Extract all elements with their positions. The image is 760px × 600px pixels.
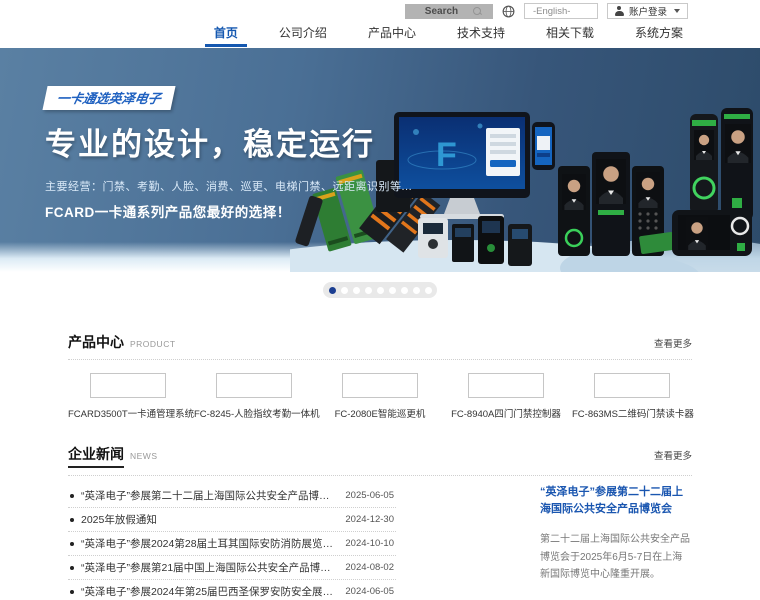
bullet-icon bbox=[70, 589, 74, 594]
news-item-title: “英泽电子”参展2024第28届土耳其国际安防消防展览会ISAF bbox=[81, 538, 336, 550]
news-list-item[interactable]: “英泽电子”参展2024年第25届巴西圣保罗安防安全展览会EXP... 2024… bbox=[68, 580, 396, 600]
news-item-date: 2024-08-02 bbox=[345, 562, 394, 573]
nav-item-solutions[interactable]: 系统方案 bbox=[626, 24, 692, 47]
user-icon bbox=[614, 6, 624, 16]
product-section: 产品中心 PRODUCT 查看更多 FCARD3500T一卡通管理系统 FC-8… bbox=[68, 322, 694, 420]
nav-item-home[interactable]: 首页 bbox=[204, 24, 247, 47]
news-item-date: 2024-12-30 bbox=[345, 514, 394, 525]
carousel-dot[interactable] bbox=[388, 286, 396, 294]
nav-item-products[interactable]: 产品中心 bbox=[359, 24, 425, 47]
nav-item-company[interactable]: 公司介绍 bbox=[270, 24, 336, 47]
banner-subtitle: 主要经营：门禁、考勤、人脸、消费、巡更、电梯门禁、远距离识别等... bbox=[45, 181, 413, 193]
hero-banner: F 一卡通选英泽电子 专业的设计，稳定运行 主要经营：门禁、考勤、人脸、消费、巡… bbox=[0, 48, 760, 272]
banner-badge: 一卡通选英泽电子 bbox=[42, 86, 176, 110]
product-label: FC-863MS二维码门禁读卡器 bbox=[572, 409, 694, 420]
chevron-down-icon bbox=[674, 9, 680, 13]
product-label: FC-8940A四门门禁控制器 bbox=[451, 409, 561, 420]
top-utility-bar: -English- 账户登录 bbox=[0, 0, 760, 22]
news-item-date: 2024-10-10 bbox=[345, 538, 394, 549]
carousel-dot[interactable] bbox=[424, 286, 432, 294]
news-body: “英泽电子”参展第二十二届上海国际公共安全产品博览会 2025-06-05 20… bbox=[68, 484, 692, 600]
news-item-title: 2025年放假通知 bbox=[81, 514, 157, 526]
product-item[interactable]: FC-8940A四门门禁控制器 bbox=[446, 373, 566, 420]
news-section-title: 企业新闻 bbox=[68, 444, 124, 468]
carousel-dot[interactable] bbox=[412, 286, 420, 294]
product-label: FC-2080E智能巡更机 bbox=[334, 409, 426, 420]
product-section-subtitle: PRODUCT bbox=[130, 339, 176, 349]
news-list-item[interactable]: “英泽电子”参展第21届中国上海国际公共安全产品博览会 2024-08-02 bbox=[68, 556, 396, 580]
product-image-placeholder[interactable] bbox=[342, 373, 418, 398]
nav-item-downloads[interactable]: 相关下载 bbox=[537, 24, 603, 47]
news-list-item[interactable]: “英泽电子”参展第二十二届上海国际公共安全产品博览会 2025-06-05 bbox=[68, 484, 396, 508]
carousel-dots bbox=[323, 282, 437, 298]
news-item-title: “英泽电子”参展第21届中国上海国际公共安全产品博览会 bbox=[81, 562, 336, 574]
news-section-header: 企业新闻 NEWS 查看更多 bbox=[68, 434, 692, 476]
product-image-placeholder[interactable] bbox=[216, 373, 292, 398]
bullet-icon bbox=[70, 517, 74, 522]
banner-tagline: FCARD一卡通系列产品您最好的选择！ bbox=[45, 205, 291, 220]
bullet-icon bbox=[70, 541, 74, 546]
carousel-dot[interactable] bbox=[352, 286, 360, 294]
nav-item-support[interactable]: 技术支持 bbox=[448, 24, 514, 47]
news-section-subtitle: NEWS bbox=[130, 451, 158, 461]
bullet-icon bbox=[70, 493, 74, 498]
product-image-placeholder[interactable] bbox=[594, 373, 670, 398]
language-select[interactable]: -English- bbox=[523, 3, 598, 19]
banner-title: 专业的设计，稳定运行 bbox=[45, 127, 375, 162]
account-login-label: 账户登录 bbox=[628, 7, 667, 18]
news-item-date: 2025-06-05 bbox=[345, 490, 394, 501]
account-login-button[interactable]: 账户登录 bbox=[606, 3, 688, 19]
product-item[interactable]: FC-8245-人脸指纹考勤一体机 bbox=[194, 373, 320, 420]
news-highlight-title[interactable]: “英泽电子”参展第二十二届上海国际公共安全产品博览会 bbox=[540, 484, 692, 517]
search-input[interactable] bbox=[415, 5, 468, 17]
banner-text-block: 一卡通选英泽电子 专业的设计，稳定运行 主要经营：门禁、考勤、人脸、消费、巡更、… bbox=[42, 86, 413, 221]
news-item-title: “英泽电子”参展第二十二届上海国际公共安全产品博览会 bbox=[81, 490, 336, 502]
globe-icon[interactable] bbox=[502, 5, 515, 18]
bullet-icon bbox=[70, 565, 74, 570]
search-box[interactable] bbox=[404, 3, 493, 19]
carousel-dot[interactable] bbox=[328, 286, 336, 294]
news-list-item[interactable]: “英泽电子”参展2024第28届土耳其国际安防消防展览会ISAF 2024-10… bbox=[68, 532, 396, 556]
news-section: 企业新闻 NEWS 查看更多 “英泽电子”参展第二十二届上海国际公共安全产品博览… bbox=[68, 434, 692, 600]
product-item[interactable]: FC-863MS二维码门禁读卡器 bbox=[572, 373, 694, 420]
page: -English- 账户登录 首页 公司介绍 产品中心 技术支持 相关下载 系统… bbox=[0, 0, 760, 600]
news-item-date: 2024-06-05 bbox=[345, 586, 394, 597]
product-view-more-link[interactable]: 查看更多 bbox=[654, 336, 692, 350]
product-section-title: 产品中心 bbox=[68, 334, 124, 350]
product-image-placeholder[interactable] bbox=[90, 373, 166, 398]
news-list: “英泽电子”参展第二十二届上海国际公共安全产品博览会 2025-06-05 20… bbox=[68, 484, 396, 600]
main-nav: 首页 公司介绍 产品中心 技术支持 相关下载 系统方案 bbox=[0, 22, 760, 48]
product-item[interactable]: FCARD3500T一卡通管理系统 bbox=[68, 373, 195, 420]
news-highlight: “英泽电子”参展第二十二届上海国际公共安全产品博览会 第二十二届上海国际公共安全… bbox=[540, 484, 692, 600]
news-item-title: “英泽电子”参展2024年第25届巴西圣保罗安防安全展览会EXP... bbox=[81, 586, 335, 598]
news-list-item[interactable]: 2025年放假通知 2024-12-30 bbox=[68, 508, 396, 532]
carousel-dot[interactable] bbox=[376, 286, 384, 294]
product-item[interactable]: FC-2080E智能巡更机 bbox=[320, 373, 440, 420]
carousel-dot[interactable] bbox=[400, 286, 408, 294]
carousel-dot[interactable] bbox=[364, 286, 372, 294]
product-image-placeholder[interactable] bbox=[468, 373, 544, 398]
search-icon[interactable] bbox=[473, 6, 482, 16]
carousel-dots-row bbox=[0, 272, 760, 308]
product-label: FCARD3500T一卡通管理系统 bbox=[68, 409, 195, 420]
product-row: FCARD3500T一卡通管理系统 FC-8245-人脸指纹考勤一体机 FC-2… bbox=[68, 373, 694, 420]
carousel-dot[interactable] bbox=[340, 286, 348, 294]
news-highlight-body: 第二十二届上海国际公共安全产品博览会于2025年6月5-7日在上海新国际博览中心… bbox=[540, 534, 690, 580]
product-label: FC-8245-人脸指纹考勤一体机 bbox=[194, 409, 320, 420]
language-value: -English- bbox=[532, 5, 571, 17]
product-section-header: 产品中心 PRODUCT 查看更多 bbox=[68, 322, 692, 360]
news-view-more-link[interactable]: 查看更多 bbox=[654, 448, 692, 462]
